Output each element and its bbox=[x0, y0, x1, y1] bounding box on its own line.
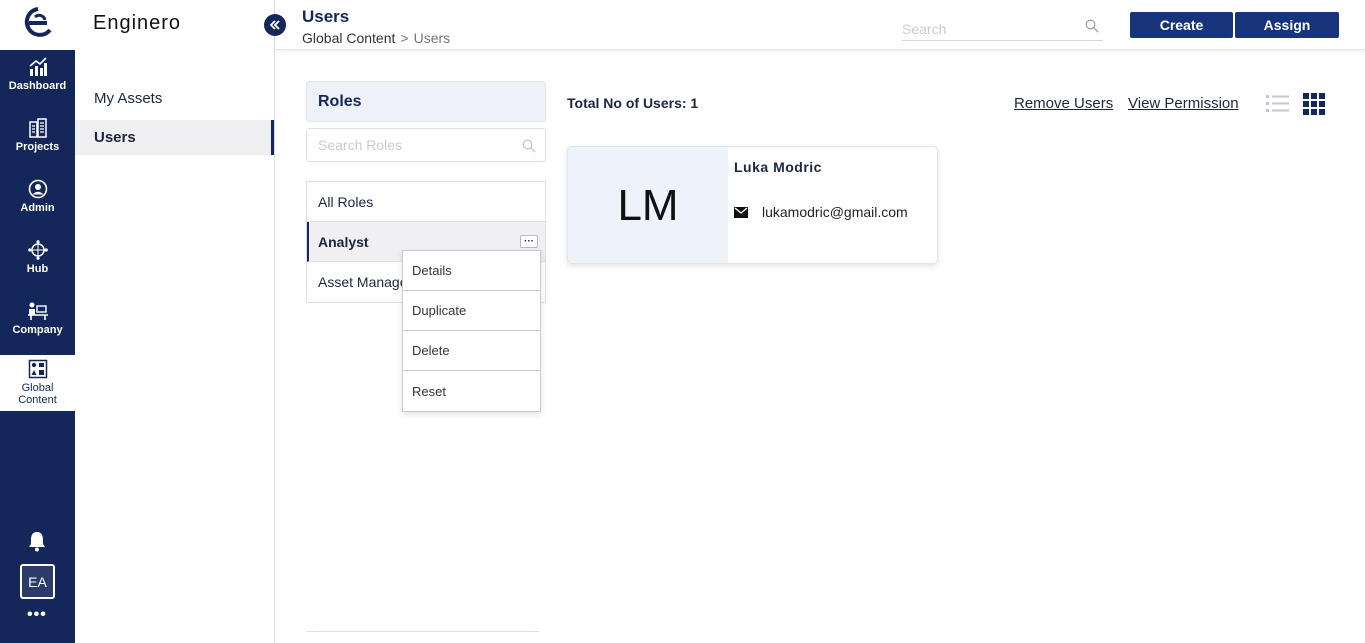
create-button[interactable]: Create bbox=[1130, 12, 1233, 38]
search-icon[interactable] bbox=[522, 139, 536, 153]
building-icon bbox=[28, 118, 47, 138]
rail-item-dashboard[interactable]: Dashboard bbox=[0, 57, 75, 92]
remove-users-link[interactable]: Remove Users bbox=[1014, 95, 1113, 112]
user-name: Luka Modric bbox=[734, 159, 822, 175]
rail-label: Dashboard bbox=[8, 80, 67, 92]
menu-item-reset[interactable]: Reset bbox=[403, 371, 540, 411]
secondary-sidebar: Enginero My Assets Users bbox=[75, 0, 275, 643]
role-more-options-button[interactable]: ··· bbox=[520, 235, 538, 248]
search-icon[interactable] bbox=[1085, 19, 1099, 33]
company-desk-icon bbox=[27, 302, 48, 320]
global-search-input[interactable] bbox=[902, 15, 1072, 39]
user-card[interactable]: LM Luka Modric lukamodric@gmail.com bbox=[567, 146, 938, 264]
rail-label: Company bbox=[12, 324, 63, 336]
sidebar-item-users[interactable]: Users bbox=[75, 120, 274, 155]
rail-label: Hub bbox=[26, 263, 49, 275]
roles-panel-title: Roles bbox=[306, 81, 546, 122]
menu-item-delete[interactable]: Delete bbox=[403, 331, 540, 371]
user-email: lukamodric@gmail.com bbox=[762, 204, 908, 220]
role-context-menu: Details Duplicate Delete Reset bbox=[402, 250, 541, 412]
top-header: Users Global Content > Users Create Assi… bbox=[275, 0, 1365, 50]
roles-search-input[interactable] bbox=[318, 129, 518, 161]
role-item-all-roles[interactable]: All Roles bbox=[307, 182, 545, 222]
rail-label: Admin bbox=[20, 202, 55, 214]
collapse-sidebar-button[interactable] bbox=[264, 14, 286, 36]
assign-button[interactable]: Assign bbox=[1235, 12, 1339, 38]
user-avatar[interactable]: EA bbox=[20, 564, 55, 599]
total-users-count: Total No of Users: 1 bbox=[567, 95, 699, 111]
rail-item-hub[interactable]: Hub bbox=[0, 240, 75, 275]
menu-item-details[interactable]: Details bbox=[403, 251, 540, 291]
view-permission-link[interactable]: View Permission bbox=[1128, 95, 1239, 112]
breadcrumb-current: Users bbox=[413, 30, 451, 46]
divider bbox=[306, 631, 539, 632]
global-content-grid-icon bbox=[28, 359, 47, 379]
menu-item-duplicate[interactable]: Duplicate bbox=[403, 291, 540, 331]
breadcrumb-parent[interactable]: Global Content bbox=[302, 30, 395, 46]
role-label: Analyst bbox=[318, 233, 369, 250]
grid-view-icon[interactable] bbox=[1303, 93, 1326, 115]
rail-item-company[interactable]: Company bbox=[0, 301, 75, 336]
breadcrumb-separator: > bbox=[400, 30, 409, 46]
rail-item-global-content[interactable]: Global Content bbox=[0, 355, 75, 411]
icon-rail: Dashboard Projects Admin Hub Company Glo… bbox=[0, 0, 75, 643]
rail-label: Projects bbox=[15, 141, 60, 153]
sidebar-item-my-assets[interactable]: My Assets bbox=[75, 81, 274, 116]
double-chevron-left-icon bbox=[269, 20, 280, 30]
enginero-logo-icon[interactable] bbox=[0, 0, 75, 50]
admin-user-icon bbox=[28, 179, 47, 199]
user-email-row: lukamodric@gmail.com bbox=[734, 204, 922, 220]
envelope-icon bbox=[734, 206, 748, 218]
notifications-bell-icon[interactable] bbox=[26, 530, 48, 557]
list-view-icon[interactable] bbox=[1266, 93, 1289, 115]
roles-search bbox=[306, 128, 546, 162]
page-title: Users bbox=[302, 7, 350, 26]
rail-item-admin[interactable]: Admin bbox=[0, 179, 75, 214]
role-label: All Roles bbox=[318, 193, 374, 210]
user-initials-avatar: LM bbox=[568, 147, 728, 263]
rail-label: Global Content bbox=[18, 382, 57, 406]
more-menu-icon[interactable]: ••• bbox=[27, 606, 47, 624]
dashboard-chart-icon bbox=[28, 57, 47, 76]
hub-globe-icon bbox=[27, 240, 48, 260]
role-label: Asset Manager bbox=[318, 274, 413, 290]
breadcrumb: Global Content > Users bbox=[302, 30, 450, 46]
global-search bbox=[902, 15, 1103, 41]
rail-item-projects[interactable]: Projects bbox=[0, 118, 75, 153]
brand-name: Enginero bbox=[93, 12, 182, 34]
